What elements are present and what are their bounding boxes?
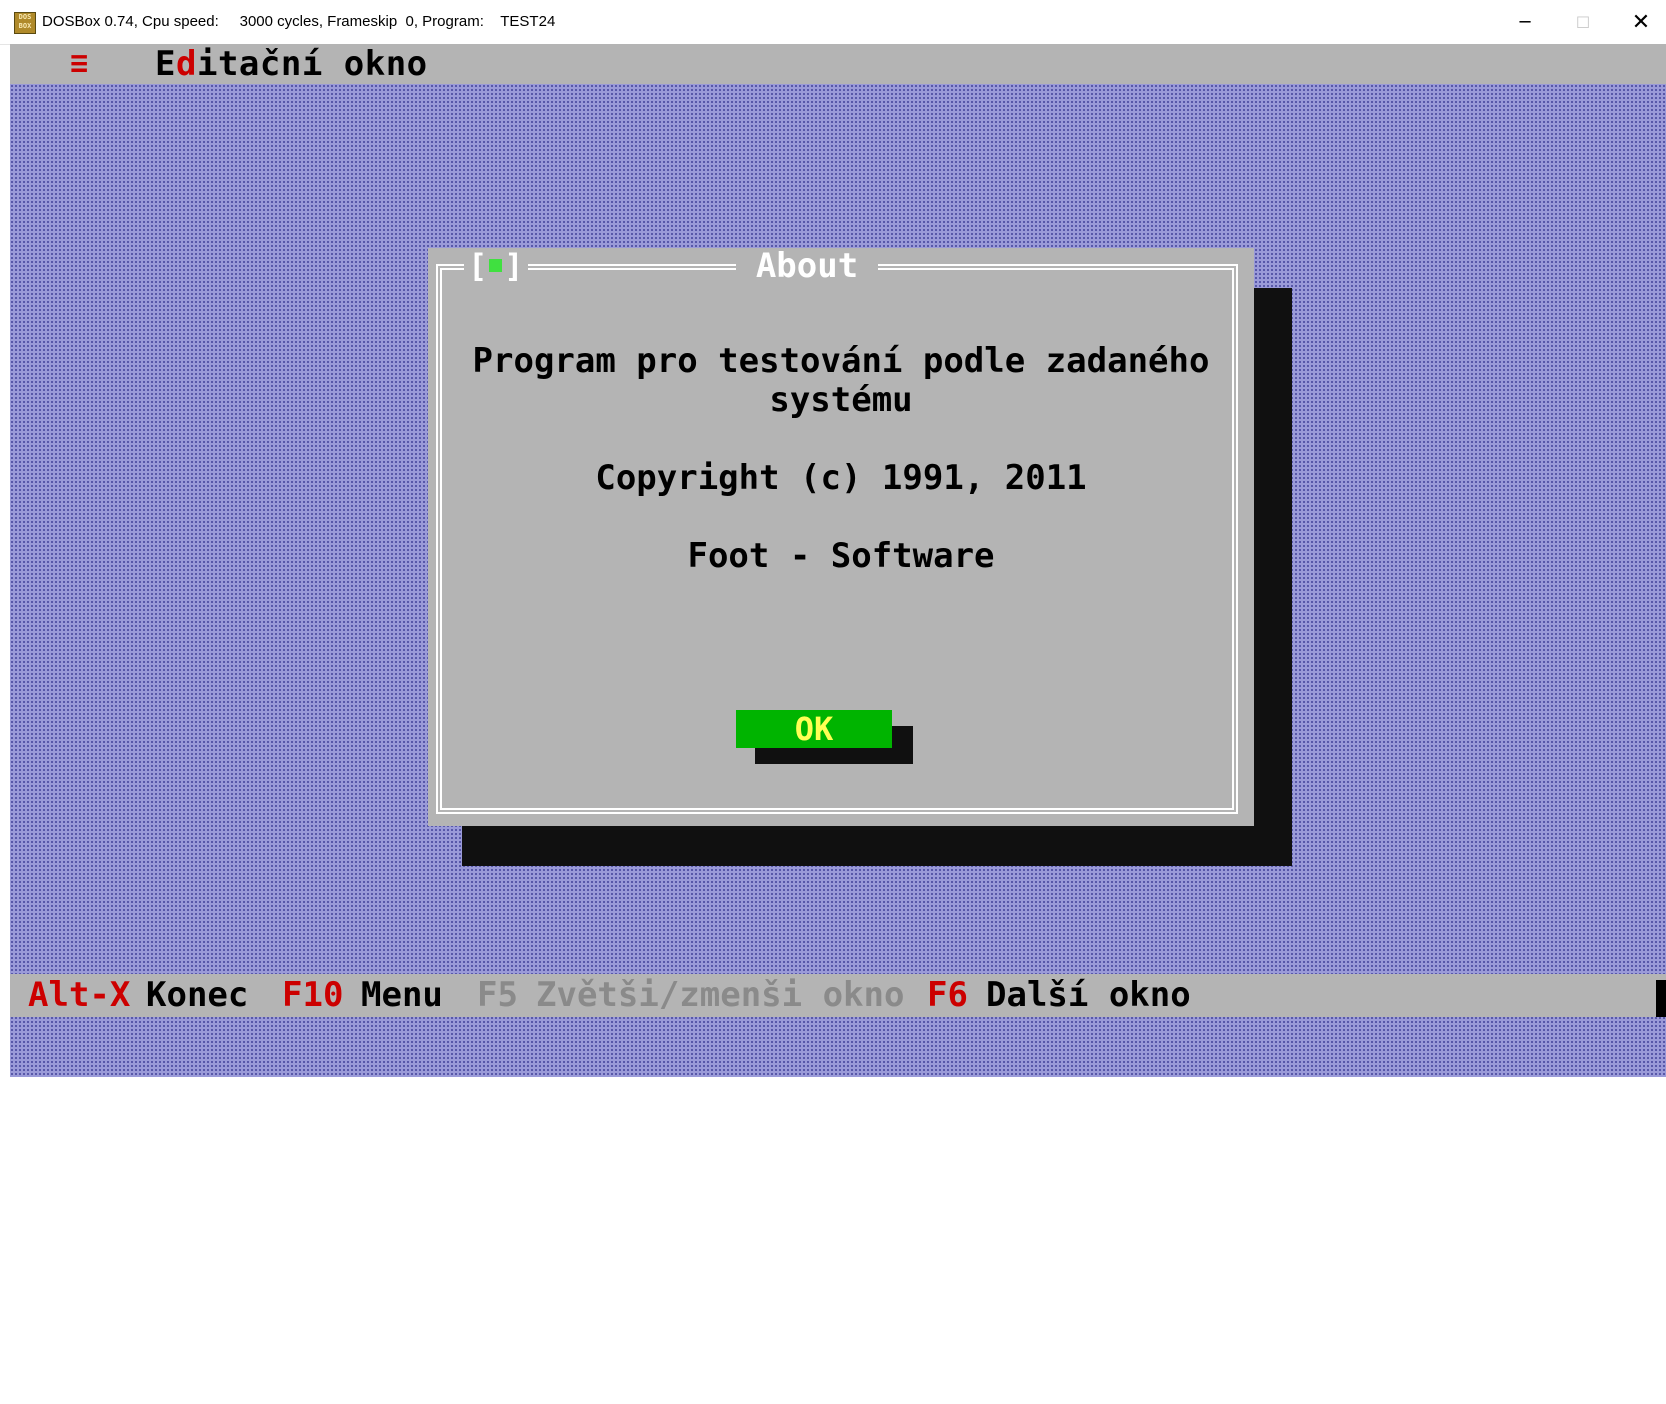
menu-title-first: E bbox=[155, 44, 176, 84]
status-label-menu[interactable]: Menu bbox=[361, 974, 443, 1017]
app-icon-text: DOS BOX bbox=[18, 13, 32, 30]
window-title: DOSBox 0.74, Cpu speed: 3000 cycles, Fra… bbox=[42, 13, 556, 30]
window-titlebar[interactable]: DOS BOX DOSBox 0.74, Cpu speed: 3000 cyc… bbox=[0, 0, 1666, 45]
status-key-f10[interactable]: F10 bbox=[282, 974, 343, 1017]
close-bracket-left: [ bbox=[468, 247, 488, 285]
status-bar: Alt-X Konec F10 Menu F5 Zvětši/zmenši ok… bbox=[10, 974, 1666, 1017]
status-key-f6[interactable]: F6 bbox=[927, 974, 968, 1017]
dosbox-app-icon[interactable]: DOS BOX bbox=[14, 12, 36, 34]
menu-title-hotkey: d bbox=[175, 44, 197, 84]
close-icon: ✕ bbox=[1631, 9, 1651, 35]
minimize-icon: ─ bbox=[1519, 11, 1531, 33]
menu-edit-window[interactable]: Editační okno bbox=[155, 44, 428, 84]
company-text: Foot - Software bbox=[687, 536, 995, 576]
dos-screen: ≡ Editační okno [] About Program pro tes… bbox=[10, 44, 1666, 1077]
status-key-f5: F5 bbox=[477, 975, 518, 1015]
menu-bar: ≡ Editační okno bbox=[10, 44, 1666, 84]
dialog-close-button[interactable]: [] bbox=[464, 248, 528, 284]
close-button[interactable]: ✕ bbox=[1612, 0, 1666, 44]
menu-title-rest: itační okno bbox=[196, 44, 428, 84]
ok-button[interactable]: OK bbox=[736, 710, 892, 748]
system-menu-icon[interactable]: ≡ bbox=[70, 44, 88, 84]
text-cursor bbox=[1656, 980, 1666, 1017]
maximize-icon: ☐ bbox=[1575, 12, 1591, 32]
dialog-description: Program pro testování podle zadaného sys… bbox=[448, 342, 1234, 420]
copyright-text: Copyright (c) 1991, 2011 bbox=[595, 458, 1087, 498]
maximize-button[interactable]: ☐ bbox=[1554, 0, 1612, 44]
close-dot-icon bbox=[489, 258, 503, 272]
dialog-title: About bbox=[736, 248, 878, 284]
minimize-button[interactable]: ─ bbox=[1496, 0, 1554, 44]
close-bracket-right: ] bbox=[504, 247, 524, 285]
status-label-resize: Zvětši/zmenši okno bbox=[536, 975, 905, 1015]
description-line-1: Program pro testování podle zadaného bbox=[472, 341, 1210, 381]
status-key-altx[interactable]: Alt-X bbox=[28, 974, 130, 1017]
description-line-2: systému bbox=[769, 380, 913, 420]
status-label-konec[interactable]: Konec bbox=[146, 974, 248, 1017]
status-label-next-window[interactable]: Další okno bbox=[986, 974, 1191, 1017]
